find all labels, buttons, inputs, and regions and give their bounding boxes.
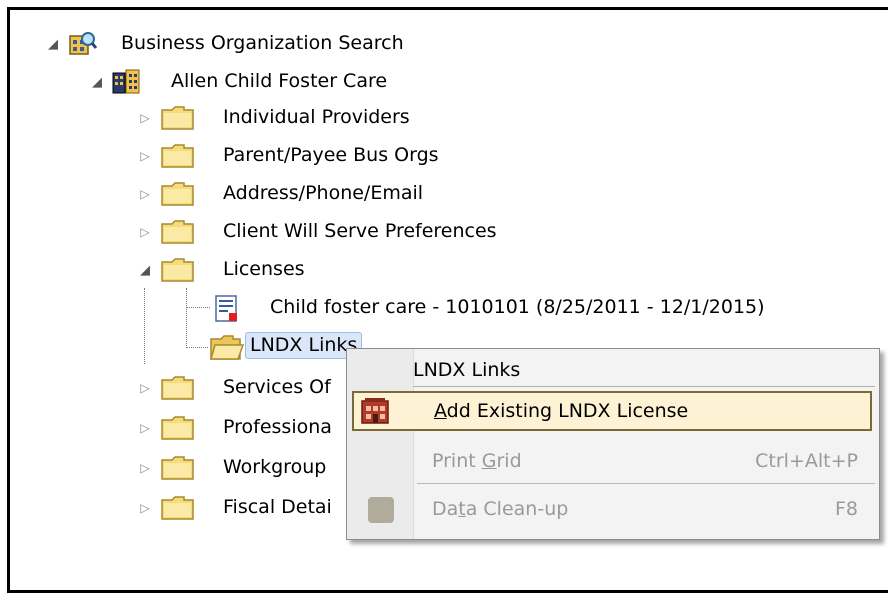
tree-connector [186, 307, 210, 308]
menu-item-label: Data Clean-up [432, 498, 569, 520]
menu-title-divider [413, 386, 875, 387]
folder-icon [161, 415, 195, 441]
tree-node-label: LNDX Links [245, 332, 363, 359]
cleanup-icon [368, 497, 394, 523]
tree-node-label: Address/Phone/Email [223, 182, 424, 204]
tree-node-label: Workgroup [223, 456, 327, 478]
tree-node-label: Allen Child Foster Care [171, 70, 388, 92]
tree-node-label: Professiona [223, 416, 332, 438]
folder-icon [161, 257, 195, 283]
folder-icon [161, 455, 195, 481]
expanded-triangle-icon[interactable]: ◢ [137, 262, 153, 278]
expanded-triangle-icon[interactable]: ◢ [89, 74, 105, 90]
license-building-icon [360, 397, 390, 425]
tree-node-label: Parent/Payee Bus Orgs [223, 144, 439, 166]
context-menu: LNDX Links Add Existing LNDX License Pri… [346, 348, 880, 540]
collapsed-triangle-icon[interactable]: ▷ [137, 500, 153, 516]
menu-item-label: Add Existing LNDX License [434, 400, 689, 422]
context-menu-title: LNDX Links [413, 359, 521, 381]
search-org-icon [67, 30, 98, 58]
folder-icon [161, 219, 195, 245]
collapsed-triangle-icon[interactable]: ▷ [137, 186, 153, 202]
folder-icon [161, 143, 195, 169]
tree-connector [186, 288, 187, 348]
menu-item-label: Print Grid [432, 450, 522, 472]
collapsed-triangle-icon[interactable]: ▷ [137, 380, 153, 396]
collapsed-triangle-icon[interactable]: ▷ [137, 224, 153, 240]
menu-item-shortcut: Ctrl+Alt+P [755, 450, 858, 472]
folder-icon [161, 375, 195, 401]
tree-node-label: Services Of [223, 376, 331, 398]
menu-item-print-grid[interactable]: Print Grid Ctrl+Alt+P [352, 441, 872, 481]
folder-icon [161, 181, 195, 207]
tree-node-label: Business Organization Search [121, 32, 404, 54]
expanded-triangle-icon[interactable]: ◢ [45, 36, 61, 52]
tree-node-label: Individual Providers [223, 106, 410, 128]
tree-connector [144, 288, 145, 364]
collapsed-triangle-icon[interactable]: ▷ [137, 110, 153, 126]
collapsed-triangle-icon[interactable]: ▷ [137, 420, 153, 436]
tree-connector [186, 347, 208, 348]
folder-icon [161, 495, 195, 521]
building-icon [112, 69, 140, 95]
license-document-icon [214, 295, 240, 323]
tree-node-label: Child foster care - 1010101 (8/25/2011 -… [270, 296, 765, 318]
menu-item-add-existing-lndx-license[interactable]: Add Existing LNDX License [352, 391, 872, 431]
tree-node-label: Client Will Serve Preferences [223, 220, 497, 242]
tree-node-label: Licenses [223, 258, 305, 280]
menu-item-data-clean-up[interactable]: Data Clean-up F8 [352, 489, 872, 529]
menu-separator [417, 483, 875, 484]
tree-node-label: Fiscal Detai [223, 496, 332, 518]
collapsed-triangle-icon[interactable]: ▷ [137, 148, 153, 164]
open-folder-icon [210, 335, 245, 361]
collapsed-triangle-icon[interactable]: ▷ [137, 460, 153, 476]
menu-item-shortcut: F8 [834, 498, 858, 520]
folder-icon [161, 105, 195, 131]
